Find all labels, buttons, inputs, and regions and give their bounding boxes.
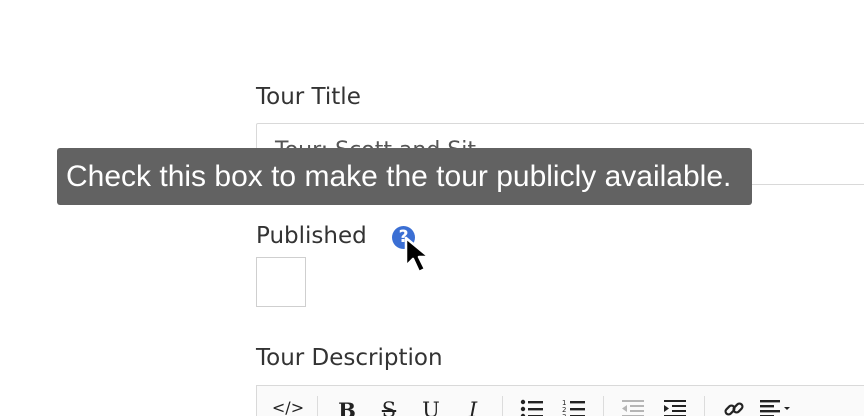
- mouse-pointer-icon: [404, 236, 431, 274]
- link-icon: [724, 402, 744, 416]
- description-editor-toolbar: </> B S U I 1 2 3: [256, 385, 864, 416]
- toolbar-divider: [502, 396, 503, 416]
- tour-title-label: Tour Title: [256, 84, 361, 110]
- unordered-list-button[interactable]: [511, 396, 553, 416]
- tour-edit-form: Tour Title Tour: Scott and Sit... Check …: [0, 0, 864, 416]
- toolbar-divider: [603, 396, 604, 416]
- strikethrough-button[interactable]: S: [368, 396, 410, 416]
- underline-button[interactable]: U: [410, 396, 452, 416]
- tour-description-label: Tour Description: [256, 345, 443, 371]
- outdent-icon: [622, 400, 644, 416]
- unordered-list-icon: [520, 399, 543, 416]
- italic-icon: I: [468, 398, 478, 416]
- toolbar-divider: [704, 396, 705, 416]
- bold-icon: B: [338, 398, 356, 416]
- code-view-button[interactable]: </>: [267, 396, 309, 416]
- underline-icon: U: [422, 398, 440, 416]
- toolbar-divider: [317, 396, 318, 416]
- bold-button[interactable]: B: [326, 396, 368, 416]
- strikethrough-icon: S: [381, 398, 397, 416]
- indent-icon: [664, 400, 686, 416]
- link-button[interactable]: [713, 396, 755, 416]
- published-label: Published: [256, 223, 367, 249]
- ordered-list-button[interactable]: 1 2 3: [553, 396, 595, 416]
- published-checkbox[interactable]: [256, 257, 306, 307]
- outdent-button[interactable]: [612, 396, 654, 416]
- italic-button[interactable]: I: [452, 396, 494, 416]
- align-dropdown-button[interactable]: [755, 396, 797, 416]
- ordered-list-icon: 1 2 3: [562, 399, 585, 416]
- code-view-icon: </>: [271, 398, 305, 416]
- published-help-tooltip: Check this box to make the tour publicly…: [57, 148, 752, 205]
- align-icon: [760, 400, 790, 416]
- indent-button[interactable]: [654, 396, 696, 416]
